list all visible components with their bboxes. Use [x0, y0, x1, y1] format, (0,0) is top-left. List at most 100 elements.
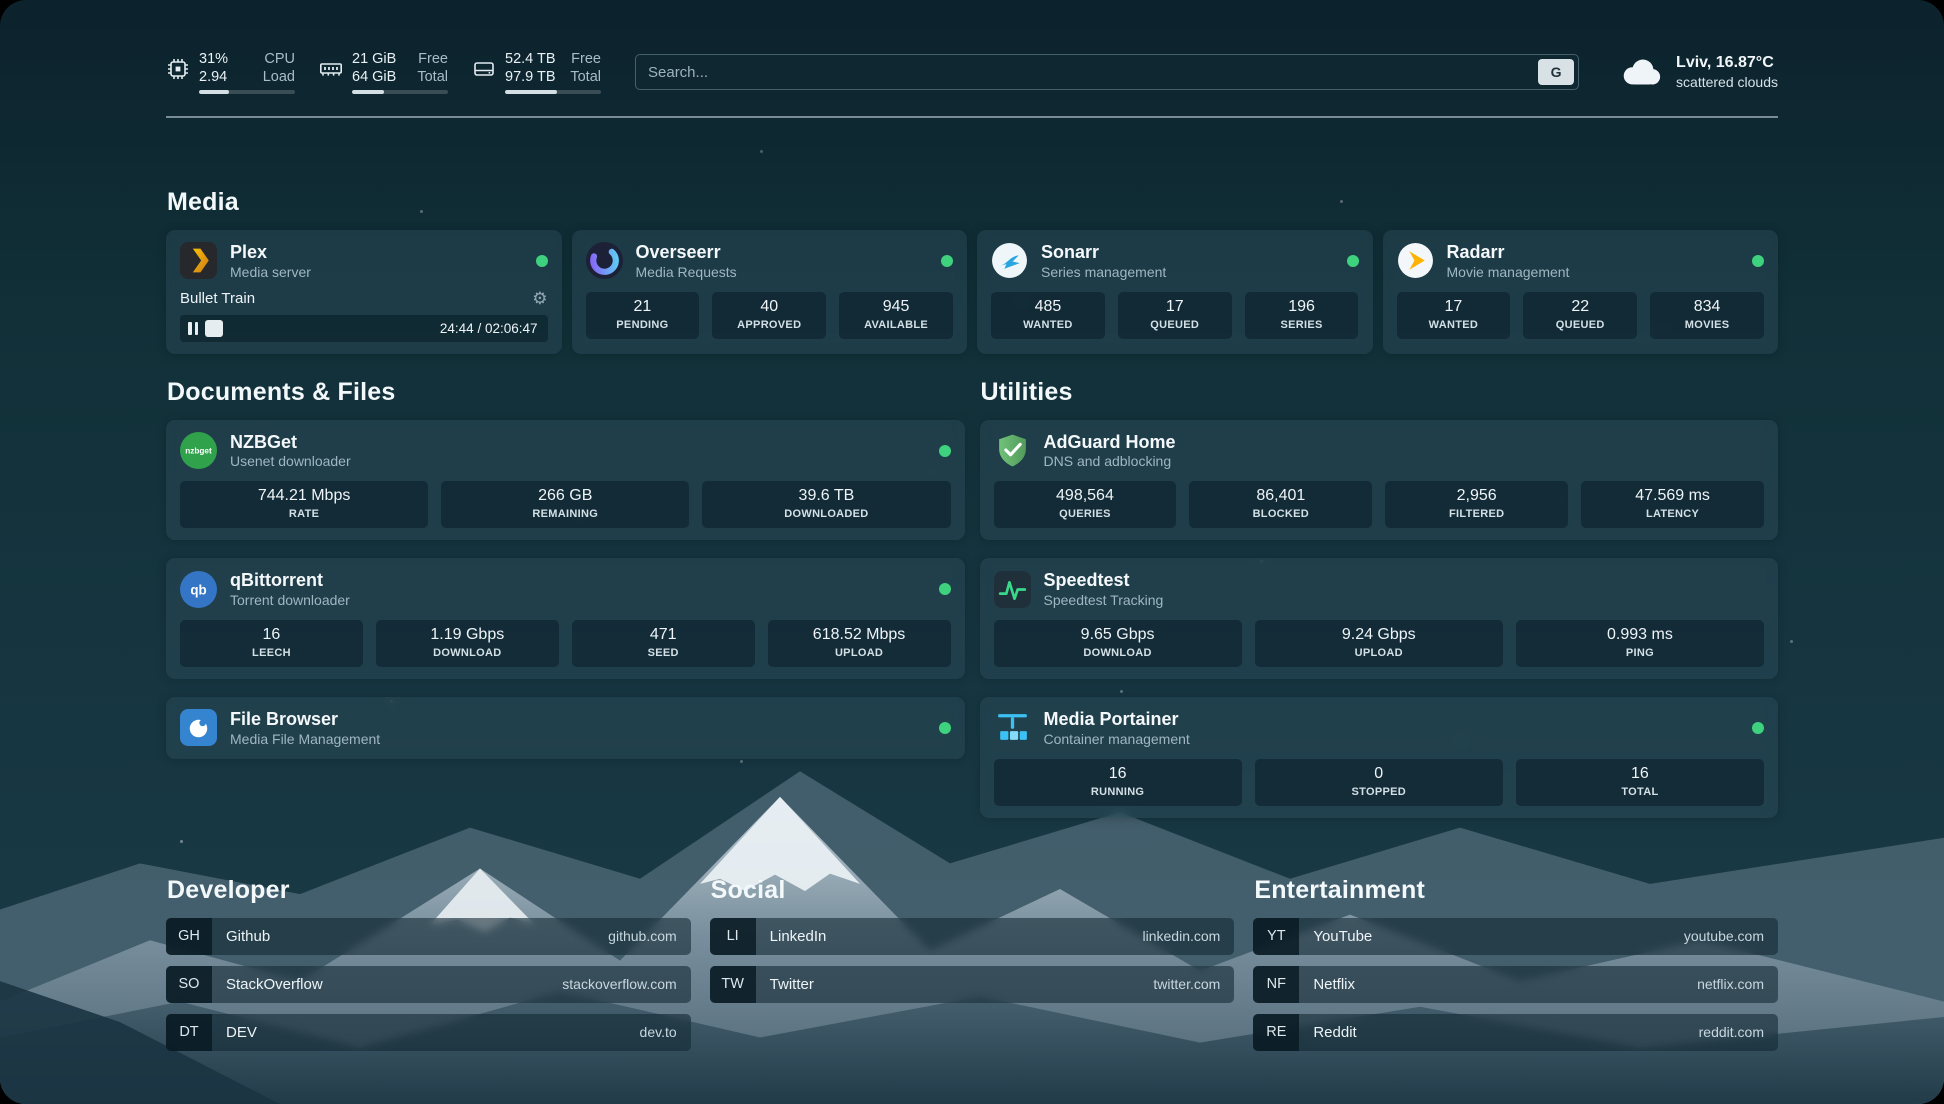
bookmark-reddit[interactable]: RE Reddit reddit.com [1253, 1014, 1778, 1051]
stat-download: 1.19 Gbps DOWNLOAD [376, 620, 559, 667]
media-section-title: Media [167, 188, 1778, 217]
service-name: Plex [230, 242, 311, 263]
portainer-icon [994, 709, 1031, 746]
service-card-nzbget[interactable]: nzbget NZBGet Usenet downloader 744.21 M… [166, 420, 965, 541]
cpu-load-value: 2.94 [199, 69, 253, 86]
search-provider-button[interactable]: G [1538, 59, 1574, 85]
stat-approved: 40 APPROVED [712, 292, 826, 339]
stat-wanted: 17 WANTED [1397, 292, 1511, 339]
stat-latency: 47.569 ms LATENCY [1581, 481, 1764, 528]
bookmark-abbr: GH [166, 918, 212, 955]
bookmark-url: dev.to [640, 1024, 677, 1040]
service-card-radarr[interactable]: Radarr Movie management 17 WANTED 22 QUE… [1383, 230, 1779, 354]
bookmark-github[interactable]: GH Github github.com [166, 918, 691, 955]
filebrowser-icon [180, 709, 217, 746]
bookmark-linkedin[interactable]: LI LinkedIn linkedin.com [710, 918, 1235, 955]
status-dot [939, 583, 951, 595]
qbittorrent-icon: qb [180, 571, 217, 608]
service-card-adguard[interactable]: AdGuard Home DNS and adblocking 498,564 … [980, 420, 1779, 541]
pause-icon[interactable] [188, 322, 198, 335]
stat-blocked: 86,401 BLOCKED [1189, 481, 1372, 528]
service-description: Media server [230, 264, 311, 280]
stat-running: 16 RUNNING [994, 759, 1242, 806]
resource-widgets: 31% CPU 2.94 Load [166, 51, 601, 94]
service-description: Media File Management [230, 731, 380, 747]
bookmark-abbr: YT [1253, 918, 1299, 955]
stat-pending: 21 PENDING [586, 292, 700, 339]
speedtest-icon [994, 571, 1031, 608]
service-card-speedtest[interactable]: Speedtest Speedtest Tracking 9.65 Gbps D… [980, 558, 1779, 679]
stat-seed: 471 SEED [572, 620, 755, 667]
service-card-filebrowser[interactable]: File Browser Media File Management [166, 697, 965, 759]
playback-progress-track[interactable] [205, 320, 433, 337]
nzbget-icon: nzbget [180, 432, 217, 469]
bookmark-abbr: NF [1253, 966, 1299, 1003]
dashboard-screen: 31% CPU 2.94 Load [0, 0, 1944, 1104]
bookmark-abbr: RE [1253, 1014, 1299, 1051]
bookmark-abbr: DT [166, 1014, 212, 1051]
bookmark-group-developer: Developer GH Github github.com SO StackO… [166, 876, 691, 1051]
topbar: 31% CPU 2.94 Load [166, 40, 1778, 104]
adguard-icon [994, 432, 1031, 469]
status-dot [1752, 255, 1764, 267]
service-card-overseerr[interactable]: Overseerr Media Requests 21 PENDING 40 A… [572, 230, 968, 354]
service-card-plex[interactable]: Plex Media server Bullet Train ⚙ [166, 230, 562, 354]
stat-rate: 744.21 Mbps RATE [180, 481, 428, 528]
bookmark-name: YouTube [1313, 928, 1372, 945]
bookmark-youtube[interactable]: YT YouTube youtube.com [1253, 918, 1778, 955]
stat-queries: 498,564 QUERIES [994, 481, 1177, 528]
stat-remaining: 266 GB REMAINING [441, 481, 689, 528]
service-name: Media Portainer [1044, 709, 1190, 730]
bookmark-dev[interactable]: DT DEV dev.to [166, 1014, 691, 1051]
social-section-title: Social [711, 876, 1235, 905]
service-description: Usenet downloader [230, 453, 351, 469]
bookmark-group-entertainment: Entertainment YT YouTube youtube.com NF … [1253, 876, 1778, 1051]
bookmark-name: Github [226, 928, 270, 945]
stat-downloaded: 39.6 TB DOWNLOADED [702, 481, 950, 528]
svg-text:qb: qb [190, 582, 206, 597]
bookmark-twitter[interactable]: TW Twitter twitter.com [710, 966, 1235, 1003]
service-name: Radarr [1447, 242, 1570, 263]
documents-section-title: Documents & Files [167, 378, 965, 407]
bookmark-url: reddit.com [1699, 1024, 1764, 1040]
service-name: AdGuard Home [1044, 432, 1176, 453]
bookmark-stackoverflow[interactable]: SO StackOverflow stackoverflow.com [166, 966, 691, 1003]
cloud-icon [1617, 56, 1663, 88]
service-card-portainer[interactable]: Media Portainer Container management 16 … [980, 697, 1779, 818]
status-dot [939, 722, 951, 734]
memory-total-value: 64 GiB [352, 69, 407, 86]
status-dot [1752, 722, 1764, 734]
weather-location: Lviv, 16.87°C [1676, 54, 1778, 72]
topbar-divider [166, 116, 1778, 118]
bookmark-netflix[interactable]: NF Netflix netflix.com [1253, 966, 1778, 1003]
stat-wanted: 485 WANTED [991, 292, 1105, 339]
stat-upload: 9.24 Gbps UPLOAD [1255, 620, 1503, 667]
plex-player-bar: 24:44 / 02:06:47 [180, 315, 548, 342]
memory-progress-bar [352, 90, 448, 94]
service-name: qBittorrent [230, 570, 350, 591]
utilities-section-title: Utilities [981, 378, 1779, 407]
disk-free-label: Free [570, 51, 601, 68]
stat-movies: 834 MOVIES [1650, 292, 1764, 339]
service-name: File Browser [230, 709, 380, 730]
bookmark-url: netflix.com [1697, 976, 1764, 992]
playback-time: 24:44 / 02:06:47 [440, 321, 538, 336]
search-input[interactable] [636, 64, 1538, 81]
disk-free-value: 52.4 TB [505, 51, 560, 68]
sonarr-icon [991, 242, 1028, 279]
bookmark-name: Twitter [770, 976, 814, 993]
service-card-qbittorrent[interactable]: qb qBittorrent Torrent downloader 16 LEE… [166, 558, 965, 679]
service-description: Media Requests [636, 264, 737, 280]
radarr-icon [1397, 242, 1434, 279]
bookmark-url: github.com [608, 928, 676, 944]
service-description: Container management [1044, 731, 1190, 747]
service-description: Torrent downloader [230, 592, 350, 608]
settings-gear-icon[interactable]: ⚙ [532, 290, 547, 307]
stat-queued: 22 QUEUED [1523, 292, 1637, 339]
service-card-sonarr[interactable]: Sonarr Series management 485 WANTED 17 Q… [977, 230, 1373, 354]
memory-icon [319, 57, 343, 81]
bookmark-url: twitter.com [1153, 976, 1220, 992]
bookmark-name: StackOverflow [226, 976, 323, 993]
disk-progress-bar [505, 90, 601, 94]
stat-series: 196 SERIES [1245, 292, 1359, 339]
